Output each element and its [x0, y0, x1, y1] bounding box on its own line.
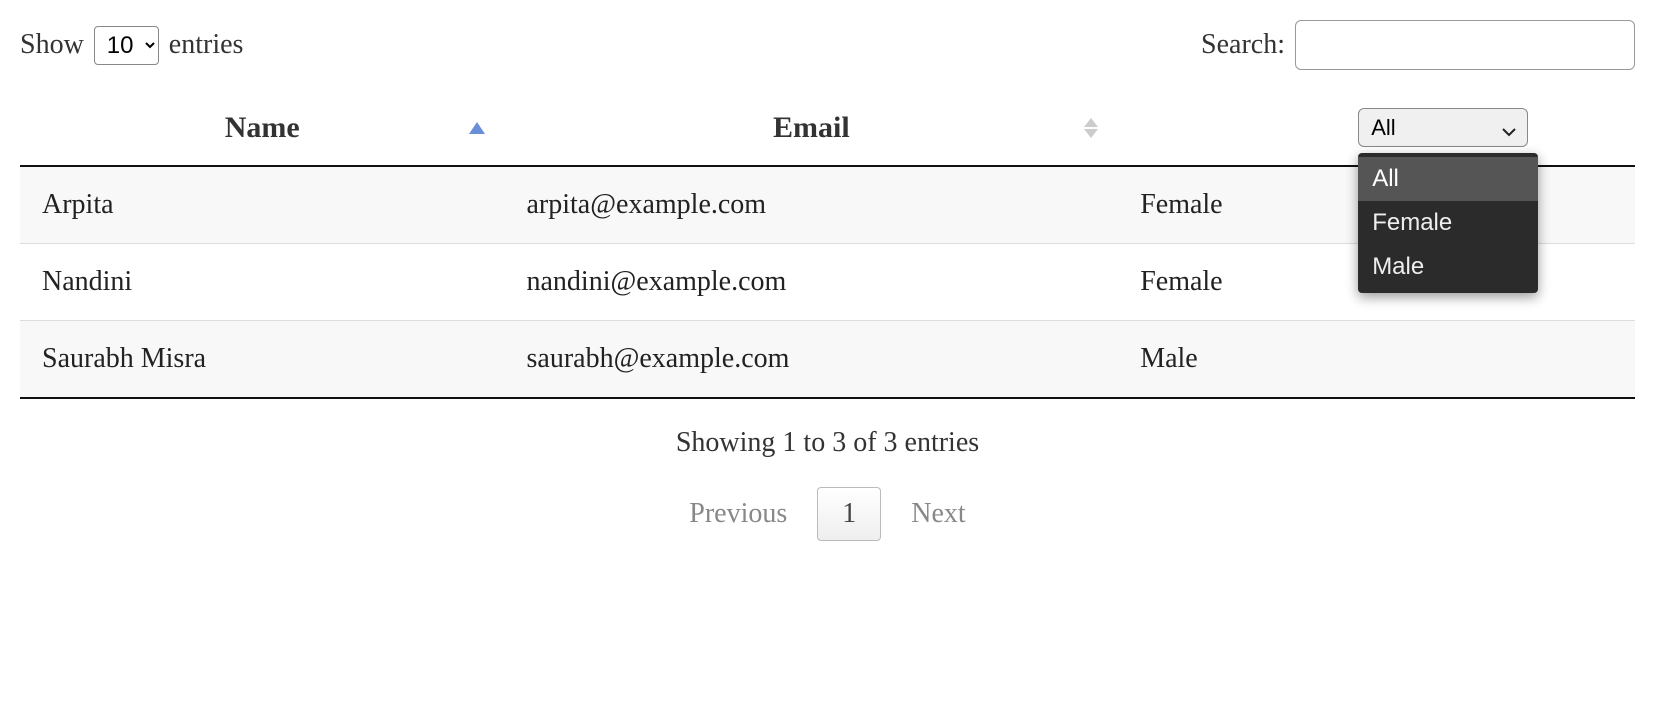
pagination: Previous 1 Next — [20, 487, 1635, 541]
header-row: Name Email All — [20, 90, 1635, 166]
length-suffix: entries — [169, 29, 244, 61]
gender-filter-dropdown: All Female Male — [1358, 153, 1538, 293]
cell-email: saurabh@example.com — [505, 321, 1119, 399]
gender-filter-select[interactable]: All — [1358, 108, 1528, 147]
length-control: Show 10 entries — [20, 26, 243, 65]
search-control: Search: — [1201, 20, 1635, 70]
column-header-name-label: Name — [225, 111, 300, 144]
sort-asc-icon — [469, 122, 485, 134]
table-info: Showing 1 to 3 of 3 entries — [20, 427, 1635, 459]
gender-filter-option-all[interactable]: All — [1358, 157, 1538, 201]
cell-email: arpita@example.com — [505, 166, 1119, 244]
page-length-select[interactable]: 10 — [94, 26, 159, 65]
cell-name: Saurabh Misra — [20, 321, 505, 399]
table-controls: Show 10 entries Search: — [20, 20, 1635, 70]
cell-gender: Male — [1118, 321, 1635, 399]
gender-filter-wrap: All All Female Male — [1358, 108, 1528, 147]
gender-filter-option-male[interactable]: Male — [1358, 245, 1538, 289]
search-label: Search: — [1201, 29, 1285, 61]
column-header-gender[interactable]: All All Female Male — [1118, 90, 1635, 166]
previous-button[interactable]: Previous — [689, 498, 787, 530]
column-header-email-label: Email — [773, 111, 850, 144]
gender-filter-option-female[interactable]: Female — [1358, 201, 1538, 245]
cell-email: nandini@example.com — [505, 244, 1119, 321]
length-prefix: Show — [20, 29, 84, 61]
next-button[interactable]: Next — [911, 498, 965, 530]
search-input[interactable] — [1295, 20, 1635, 70]
table-row: Saurabh Misra saurabh@example.com Male — [20, 321, 1635, 399]
cell-name: Arpita — [20, 166, 505, 244]
cell-name: Nandini — [20, 244, 505, 321]
page-number-current[interactable]: 1 — [817, 487, 881, 541]
sort-both-icon — [1084, 118, 1098, 138]
data-table: Name Email All — [20, 90, 1635, 399]
column-header-name[interactable]: Name — [20, 90, 505, 166]
column-header-email[interactable]: Email — [505, 90, 1119, 166]
